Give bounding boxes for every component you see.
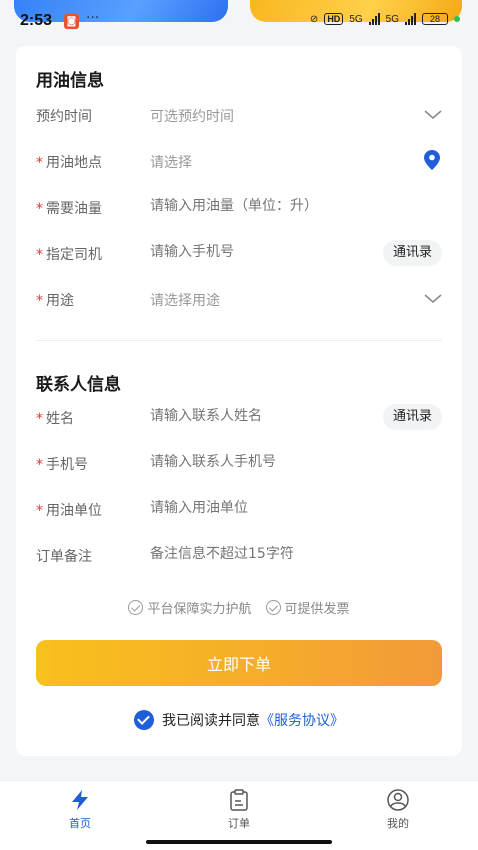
agreement: 我已阅读并同意 《服务协议》 — [16, 710, 462, 730]
row-fuel-amount[interactable]: * 需要油量 — [16, 190, 462, 226]
status-indicators: ⊘ HD 5G 5G 28 — [310, 13, 460, 25]
hd-badge: HD — [324, 13, 344, 25]
home-indicator[interactable] — [146, 840, 332, 844]
contact-contacts-button[interactable]: 通讯录 — [382, 404, 442, 430]
required-mark: * — [36, 411, 43, 427]
section-divider — [36, 340, 442, 341]
agreement-text: 我已阅读并同意 — [162, 713, 260, 729]
row-contact-phone[interactable]: * 手机号 — [16, 446, 462, 482]
signal-icon — [368, 13, 380, 25]
clipboard-icon — [230, 789, 248, 811]
required-mark: * — [36, 201, 43, 217]
required-mark: * — [36, 155, 43, 171]
row-label: * 用途 — [36, 293, 74, 309]
reserve-time-picker[interactable]: 可选预约时间 — [150, 106, 380, 126]
fuel-section-title: 用油信息 — [36, 71, 104, 91]
row-purpose[interactable]: * 用途 请选择用途 — [16, 282, 462, 318]
tab-label: 首页 — [69, 817, 91, 830]
status-time: 2:53 — [20, 12, 53, 29]
contact-name-input[interactable] — [150, 408, 380, 424]
tab-label: 订单 — [228, 817, 250, 830]
row-label: * 手机号 — [36, 457, 88, 473]
status-bar: 2:53 ◙ ··· ⊘ HD 5G 5G 28 — [0, 0, 478, 44]
row-driver[interactable]: *指定司机 通讯录 — [16, 236, 462, 272]
contact-section-title: 联系人信息 — [36, 375, 121, 395]
more-notifications-icon: ··· — [86, 10, 100, 26]
lightning-icon — [72, 790, 88, 810]
contact-phone-input[interactable] — [150, 454, 380, 470]
chevron-down-icon[interactable] — [424, 294, 442, 304]
row-label: * 指定司机 — [36, 247, 102, 263]
fuel-amount-input[interactable] — [150, 198, 430, 214]
purpose-picker[interactable]: 请选择用途 — [150, 290, 380, 310]
row-label: * 用油地点 — [36, 155, 102, 171]
row-label: * 需要油量 — [36, 201, 102, 217]
tab-label: 我的 — [387, 817, 409, 830]
driver-phone-input[interactable] — [150, 244, 380, 260]
required-mark: * — [36, 293, 43, 309]
agree-checkbox[interactable] — [134, 710, 154, 730]
fuel-unit-input[interactable] — [150, 500, 380, 516]
row-label: * 用油单位 — [36, 503, 102, 519]
check-circle-icon — [128, 600, 144, 615]
app-notification-icon: ◙ — [64, 14, 79, 29]
row-label: 订单备注 — [36, 549, 92, 565]
required-mark: * — [36, 503, 43, 519]
row-fuel-unit[interactable]: * 用油单位 — [16, 492, 462, 528]
required-mark: * — [36, 457, 43, 473]
fuel-location-picker[interactable]: 请选择 — [150, 152, 380, 172]
row-label: * 姓名 — [36, 411, 74, 427]
tab-orders[interactable]: 订单 — [199, 789, 279, 831]
order-form-card: 用油信息 预约时间 可选预约时间 *用油地点 请选择 *需要油量 *指定司机 通… — [16, 46, 462, 756]
required-mark: * — [36, 247, 43, 263]
battery-icon: 28 — [422, 13, 448, 25]
tab-mine[interactable]: 我的 — [358, 789, 438, 831]
network-label-2: 5G — [385, 13, 399, 25]
alarm-off-icon: ⊘ — [309, 13, 319, 25]
row-contact-name[interactable]: *姓名 通讯录 — [16, 400, 462, 436]
guarantee-item: 可提供发票 — [265, 598, 350, 617]
row-fuel-location[interactable]: * 用油地点 请选择 — [16, 144, 462, 180]
privacy-dot — [454, 16, 460, 22]
row-label: 预约时间 — [36, 109, 92, 125]
row-reserve-time[interactable]: 预约时间 可选预约时间 — [16, 98, 462, 134]
order-remark-input[interactable] — [150, 546, 380, 562]
driver-contacts-button[interactable]: 通讯录 — [382, 240, 442, 266]
user-icon — [387, 789, 409, 811]
guarantee-notes: 平台保障实力护航 可提供发票 — [16, 598, 462, 617]
chevron-down-icon[interactable] — [424, 110, 442, 120]
guarantee-item: 平台保障实力护航 — [128, 598, 252, 617]
row-order-remark[interactable]: 订单备注 — [16, 538, 462, 574]
service-agreement-link[interactable]: 《服务协议》 — [260, 710, 344, 730]
network-label-1: 5G — [349, 13, 363, 25]
location-pin-icon[interactable] — [424, 150, 440, 170]
submit-order-button[interactable]: 立即下单 — [36, 640, 442, 686]
tab-home[interactable]: 首页 — [40, 789, 120, 831]
check-circle-icon — [265, 600, 281, 615]
signal-icon-2 — [405, 13, 416, 25]
